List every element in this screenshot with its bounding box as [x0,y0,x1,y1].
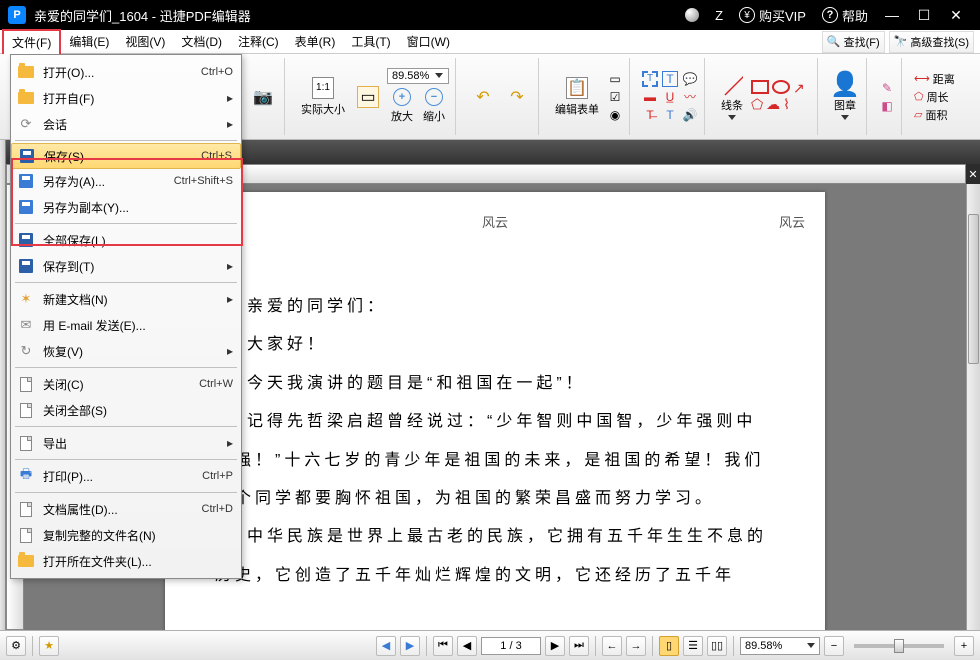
buy-vip-button[interactable]: ¥购买VIP [739,6,806,25]
file-menu-dropdown: 打开(O)...Ctrl+O 打开自(F)▸ ⟳会话▸ 保存(S)Ctrl+S … [10,54,242,579]
menu-save-copy[interactable]: 另存为副本(Y)... [11,194,241,220]
help-button[interactable]: ?帮助 [822,6,868,25]
underline-tool-icon[interactable]: U̲ [662,89,678,105]
arrow-shape-icon[interactable]: ↗ [793,80,811,94]
sb-zoom-combo[interactable]: 89.58% [740,637,820,655]
stamp-button[interactable]: 👤图章 [830,71,860,122]
watermark: 风云 [482,212,508,231]
rotate-left-button[interactable]: ↶ [468,84,498,110]
menubar: 文件(F) 编辑(E) 视图(V) 文档(D) 注释(C) 表单(R) 工具(T… [0,30,980,54]
menu-save[interactable]: 保存(S)Ctrl+S [11,143,241,169]
eraser-tool-icon[interactable]: ◧ [879,98,895,114]
minimize-button[interactable]: — [876,7,908,23]
sb-bookmark-button[interactable]: ★ [39,636,59,656]
sb-nav-fwd[interactable]: → [626,636,646,656]
sb-prev-page[interactable]: ◀ [457,636,477,656]
area-tool[interactable]: ▱面积 [914,107,947,123]
rotate-right-button[interactable]: ↷ [502,84,532,110]
vertical-scrollbar[interactable] [966,184,980,630]
watermark: 风云 [779,212,805,231]
sb-continuous[interactable]: ☰ [683,636,703,656]
menu-save-as[interactable]: 另存为(A)...Ctrl+Shift+S [11,168,241,194]
pdf-page: 风云 风云 风云 亲爱的同学们： 大家好！ 今天我演讲的题目是“和祖国在一起”！… [165,192,825,630]
document-body: 亲爱的同学们： 大家好！ 今天我演讲的题目是“和祖国在一起”！ 记得先哲梁启超曾… [215,288,775,595]
form-radio-icon[interactable]: ◉ [607,107,623,123]
page-close-button[interactable]: ✕ [966,164,980,184]
menu-close-all[interactable]: 关闭全部(S) [11,397,241,423]
distance-tool[interactable]: ⟷距离 [914,71,955,87]
sb-options-button[interactable]: ⚙ [6,636,26,656]
fit-page-button[interactable]: ▭ [353,84,383,110]
replace-tool-icon[interactable]: T [662,107,678,123]
menu-tool[interactable]: 工具(T) [343,30,398,53]
sound-tool-icon[interactable]: 🔊 [682,107,698,123]
sb-last-page[interactable]: ⏭ [569,636,589,656]
menu-export[interactable]: 导出▸ [11,430,241,456]
rect-shape-icon[interactable] [751,80,769,94]
find-button[interactable]: 🔍查找(F) [822,31,885,53]
zoom-in-button[interactable]: +放大 [387,86,417,126]
advanced-find-button[interactable]: 🔭高级查找(S) [889,31,974,53]
menu-copy-filename[interactable]: 复制完整的文件名(N) [11,522,241,548]
user-letter[interactable]: Z [715,8,723,23]
sb-facing[interactable]: ▯▯ [707,636,727,656]
sb-next-bookmark[interactable]: ▶ [400,636,420,656]
zoom-out-button[interactable]: −缩小 [419,86,449,126]
menu-close[interactable]: 关闭(C)Ctrl+W [11,371,241,397]
line-tool-button[interactable]: 线条 [717,71,747,122]
form-field-icon[interactable]: ▭ [607,71,623,87]
maximize-button[interactable]: ☐ [908,7,940,24]
menu-window[interactable]: 窗口(W) [399,30,458,53]
menu-session[interactable]: ⟳会话▸ [11,111,241,137]
menu-form[interactable]: 表单(R) [287,30,344,53]
squiggly-tool-icon[interactable]: 〰 [682,89,698,105]
menu-file[interactable]: 文件(F) [2,29,61,54]
sb-first-page[interactable]: ⏮ [433,636,453,656]
menu-view[interactable]: 视图(V) [117,30,173,53]
menu-open-from[interactable]: 打开自(F)▸ [11,85,241,111]
snapshot-button[interactable]: 📷 [248,84,278,110]
sb-zoom-slider[interactable] [854,644,944,648]
sb-next-page[interactable]: ▶ [545,636,565,656]
menu-save-to[interactable]: 保存到(T)▸ [11,253,241,279]
menu-comment[interactable]: 注释(C) [230,30,287,53]
menu-open[interactable]: 打开(O)...Ctrl+O [11,59,241,85]
cloud-shape-icon[interactable]: ☁ [766,96,780,113]
menu-print[interactable]: 🖶打印(P)...Ctrl+P [11,463,241,489]
sb-zoom-out[interactable]: − [824,636,844,656]
titlebar: P 亲爱的同学们_1604 - 迅捷PDF编辑器 Z ¥购买VIP ?帮助 — … [0,0,980,30]
statusbar: ⚙ ★ ◀ ▶ ⏮ ◀ 1 / 3 ▶ ⏭ ← → ▯ ☰ ▯▯ 89.58% … [0,630,980,660]
strike-tool-icon[interactable]: T̶ [642,107,658,123]
sb-prev-bookmark[interactable]: ◀ [376,636,396,656]
close-button[interactable]: ✕ [940,7,972,24]
textbox-tool-icon[interactable]: T [662,71,678,87]
menu-doc-properties[interactable]: 文档属性(D)...Ctrl+D [11,496,241,522]
perimeter-tool[interactable]: ⬠周长 [914,89,949,105]
actual-size-button[interactable]: 1:1实际大小 [297,75,349,119]
menu-email[interactable]: ✉用 E-mail 发送(E)... [11,312,241,338]
sb-nav-back[interactable]: ← [602,636,622,656]
menu-open-folder[interactable]: 打开所在文件夹(L)... [11,548,241,574]
window-title: 亲爱的同学们_1604 - 迅捷PDF编辑器 [34,6,251,25]
menu-new-doc[interactable]: ✶新建文档(N)▸ [11,286,241,312]
callout-tool-icon[interactable]: 💬 [682,71,698,87]
polygon-shape-icon[interactable]: ⬠ [751,96,763,113]
sb-zoom-in[interactable]: + [954,636,974,656]
highlight-tool-icon[interactable]: ▬ [642,89,658,105]
polyline-shape-icon[interactable]: ⌇ [783,96,790,113]
app-icon: P [8,6,26,24]
pencil-tool-icon[interactable]: ✎ [879,80,895,96]
zoom-combo[interactable]: 89.58% [387,68,449,84]
menu-restore[interactable]: ↻恢复(V)▸ [11,338,241,364]
menu-document[interactable]: 文档(D) [173,30,230,53]
edit-form-button[interactable]: 📋编辑表单 [551,75,603,119]
text-tool-icon[interactable]: T [642,71,658,87]
sb-single-page[interactable]: ▯ [659,636,679,656]
sb-page-indicator[interactable]: 1 / 3 [481,637,541,655]
globe-icon[interactable] [685,8,699,22]
menu-edit[interactable]: 编辑(E) [61,30,117,53]
menu-save-all[interactable]: 全部保存(L) [11,227,241,253]
form-check-icon[interactable]: ☑ [607,89,623,105]
oval-shape-icon[interactable] [772,80,790,94]
